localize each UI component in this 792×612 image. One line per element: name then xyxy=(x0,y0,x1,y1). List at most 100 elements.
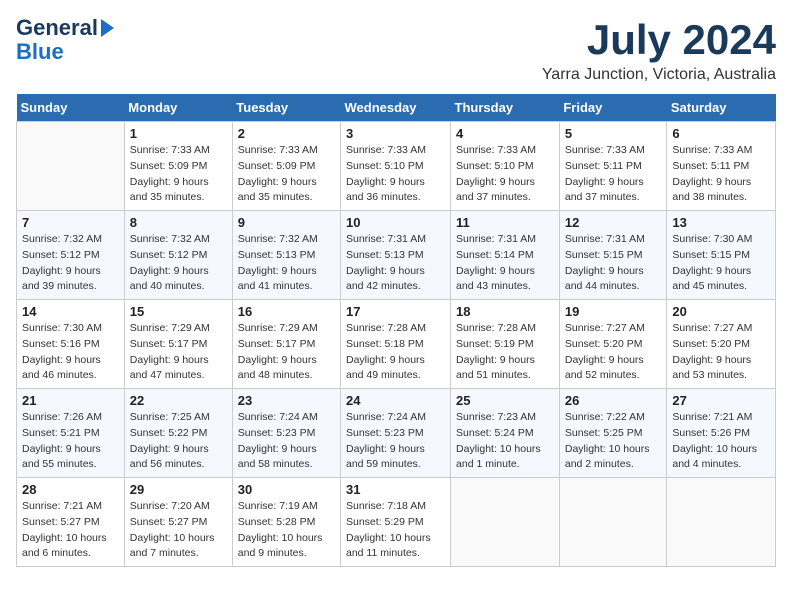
day-cell: 6 Sunrise: 7:33 AMSunset: 5:11 PMDaylight… xyxy=(667,122,776,211)
day-number: 25 xyxy=(456,393,554,408)
day-cell: 12 Sunrise: 7:31 AMSunset: 5:15 PMDayligh… xyxy=(559,211,667,300)
day-info: Sunrise: 7:28 AMSunset: 5:18 PMDaylight:… xyxy=(346,321,445,384)
day-number: 26 xyxy=(565,393,662,408)
day-info: Sunrise: 7:31 AMSunset: 5:14 PMDaylight:… xyxy=(456,232,554,295)
header-day-monday: Monday xyxy=(124,94,232,122)
day-cell: 16 Sunrise: 7:29 AMSunset: 5:17 PMDayligh… xyxy=(232,300,340,389)
day-cell xyxy=(559,478,667,567)
day-info: Sunrise: 7:28 AMSunset: 5:19 PMDaylight:… xyxy=(456,321,554,384)
day-cell: 23Sunrise: 7:24 AMSunset: 5:23 PMDayligh… xyxy=(232,389,340,478)
header-day-friday: Friday xyxy=(559,94,667,122)
day-number: 19 xyxy=(565,304,662,319)
day-cell: 27Sunrise: 7:21 AMSunset: 5:26 PMDayligh… xyxy=(667,389,776,478)
day-info: Sunrise: 7:18 AMSunset: 5:29 PMDaylight:… xyxy=(346,499,445,562)
day-info: Sunrise: 7:29 AMSunset: 5:17 PMDaylight:… xyxy=(130,321,227,384)
header-day-wednesday: Wednesday xyxy=(341,94,451,122)
day-info: Sunrise: 7:21 AMSunset: 5:26 PMDaylight:… xyxy=(672,410,770,473)
header-day-sunday: Sunday xyxy=(17,94,125,122)
day-info: Sunrise: 7:33 AMSunset: 5:10 PMDaylight:… xyxy=(456,143,554,206)
day-number: 7 xyxy=(22,215,119,230)
calendar-table: SundayMondayTuesdayWednesdayThursdayFrid… xyxy=(16,94,776,567)
day-cell: 10Sunrise: 7:31 AMSunset: 5:13 PMDayligh… xyxy=(341,211,451,300)
day-cell: 2 Sunrise: 7:33 AMSunset: 5:09 PMDaylight… xyxy=(232,122,340,211)
day-cell: 13Sunrise: 7:30 AMSunset: 5:15 PMDayligh… xyxy=(667,211,776,300)
logo-general: General xyxy=(16,16,98,40)
week-row-5: 28 Sunrise: 7:21 AMSunset: 5:27 PMDayligh… xyxy=(17,478,776,567)
header-row: SundayMondayTuesdayWednesdayThursdayFrid… xyxy=(17,94,776,122)
day-number: 20 xyxy=(672,304,770,319)
day-number: 30 xyxy=(238,482,335,497)
day-number: 24 xyxy=(346,393,445,408)
day-cell: 22 Sunrise: 7:25 AMSunset: 5:22 PMDayligh… xyxy=(124,389,232,478)
day-info: Sunrise: 7:33 AMSunset: 5:11 PMDaylight:… xyxy=(565,143,662,206)
day-cell: 17 Sunrise: 7:28 AMSunset: 5:18 PMDayligh… xyxy=(341,300,451,389)
day-info: Sunrise: 7:30 AMSunset: 5:15 PMDaylight:… xyxy=(672,232,770,295)
day-info: Sunrise: 7:22 AMSunset: 5:25 PMDaylight:… xyxy=(565,410,662,473)
day-cell: 15 Sunrise: 7:29 AMSunset: 5:17 PMDayligh… xyxy=(124,300,232,389)
day-number: 15 xyxy=(130,304,227,319)
logo-blue: Blue xyxy=(16,40,64,64)
day-number: 5 xyxy=(565,126,662,141)
week-row-4: 21 Sunrise: 7:26 AMSunset: 5:21 PMDayligh… xyxy=(17,389,776,478)
day-number: 3 xyxy=(346,126,445,141)
calendar-header: SundayMondayTuesdayWednesdayThursdayFrid… xyxy=(17,94,776,122)
day-info: Sunrise: 7:33 AMSunset: 5:09 PMDaylight:… xyxy=(238,143,335,206)
day-cell: 3Sunrise: 7:33 AMSunset: 5:10 PMDaylight… xyxy=(341,122,451,211)
logo: General Blue xyxy=(16,16,114,64)
day-number: 11 xyxy=(456,215,554,230)
day-number: 29 xyxy=(130,482,227,497)
day-info: Sunrise: 7:27 AMSunset: 5:20 PMDaylight:… xyxy=(672,321,770,384)
week-row-3: 14Sunrise: 7:30 AMSunset: 5:16 PMDayligh… xyxy=(17,300,776,389)
day-cell xyxy=(451,478,560,567)
header-day-tuesday: Tuesday xyxy=(232,94,340,122)
title-block: July 2024 Yarra Junction, Victoria, Aust… xyxy=(542,16,776,84)
day-info: Sunrise: 7:24 AMSunset: 5:23 PMDaylight:… xyxy=(346,410,445,473)
day-number: 22 xyxy=(130,393,227,408)
day-cell: 1Sunrise: 7:33 AMSunset: 5:09 PMDaylight… xyxy=(124,122,232,211)
day-number: 16 xyxy=(238,304,335,319)
day-cell: 14Sunrise: 7:30 AMSunset: 5:16 PMDayligh… xyxy=(17,300,125,389)
day-cell: 24 Sunrise: 7:24 AMSunset: 5:23 PMDayligh… xyxy=(341,389,451,478)
day-info: Sunrise: 7:21 AMSunset: 5:27 PMDaylight:… xyxy=(22,499,119,562)
day-info: Sunrise: 7:24 AMSunset: 5:23 PMDaylight:… xyxy=(238,410,335,473)
day-number: 21 xyxy=(22,393,119,408)
day-number: 12 xyxy=(565,215,662,230)
day-info: Sunrise: 7:26 AMSunset: 5:21 PMDaylight:… xyxy=(22,410,119,473)
day-info: Sunrise: 7:20 AMSunset: 5:27 PMDaylight:… xyxy=(130,499,227,562)
day-info: Sunrise: 7:31 AMSunset: 5:13 PMDaylight:… xyxy=(346,232,445,295)
day-number: 9 xyxy=(238,215,335,230)
day-cell xyxy=(17,122,125,211)
day-number: 31 xyxy=(346,482,445,497)
header-day-thursday: Thursday xyxy=(451,94,560,122)
day-info: Sunrise: 7:27 AMSunset: 5:20 PMDaylight:… xyxy=(565,321,662,384)
day-info: Sunrise: 7:29 AMSunset: 5:17 PMDaylight:… xyxy=(238,321,335,384)
day-cell: 19 Sunrise: 7:27 AMSunset: 5:20 PMDayligh… xyxy=(559,300,667,389)
day-info: Sunrise: 7:32 AMSunset: 5:12 PMDaylight:… xyxy=(22,232,119,295)
day-info: Sunrise: 7:33 AMSunset: 5:11 PMDaylight:… xyxy=(672,143,770,206)
day-number: 17 xyxy=(346,304,445,319)
day-number: 18 xyxy=(456,304,554,319)
day-info: Sunrise: 7:31 AMSunset: 5:15 PMDaylight:… xyxy=(565,232,662,295)
day-cell: 26 Sunrise: 7:22 AMSunset: 5:25 PMDayligh… xyxy=(559,389,667,478)
day-cell: 25Sunrise: 7:23 AMSunset: 5:24 PMDayligh… xyxy=(451,389,560,478)
day-info: Sunrise: 7:32 AMSunset: 5:12 PMDaylight:… xyxy=(130,232,227,295)
day-number: 14 xyxy=(22,304,119,319)
day-number: 6 xyxy=(672,126,770,141)
day-number: 8 xyxy=(130,215,227,230)
day-cell: 5 Sunrise: 7:33 AMSunset: 5:11 PMDaylight… xyxy=(559,122,667,211)
day-cell: 7 Sunrise: 7:32 AMSunset: 5:12 PMDaylight… xyxy=(17,211,125,300)
header-day-saturday: Saturday xyxy=(667,94,776,122)
day-cell: 11 Sunrise: 7:31 AMSunset: 5:14 PMDayligh… xyxy=(451,211,560,300)
day-cell: 18 Sunrise: 7:28 AMSunset: 5:19 PMDayligh… xyxy=(451,300,560,389)
day-number: 28 xyxy=(22,482,119,497)
day-cell: 28 Sunrise: 7:21 AMSunset: 5:27 PMDayligh… xyxy=(17,478,125,567)
day-cell: 8 Sunrise: 7:32 AMSunset: 5:12 PMDaylight… xyxy=(124,211,232,300)
day-cell: 29 Sunrise: 7:20 AMSunset: 5:27 PMDayligh… xyxy=(124,478,232,567)
calendar-body: 1 Sunrise: 7:33 AMSunset: 5:09 PMDaylight… xyxy=(17,122,776,567)
day-info: Sunrise: 7:25 AMSunset: 5:22 PMDaylight:… xyxy=(130,410,227,473)
day-info: Sunrise: 7:32 AMSunset: 5:13 PMDaylight:… xyxy=(238,232,335,295)
day-number: 1 xyxy=(130,126,227,141)
logo-arrow-icon xyxy=(101,19,114,37)
day-cell: 20 Sunrise: 7:27 AMSunset: 5:20 PMDayligh… xyxy=(667,300,776,389)
day-number: 2 xyxy=(238,126,335,141)
